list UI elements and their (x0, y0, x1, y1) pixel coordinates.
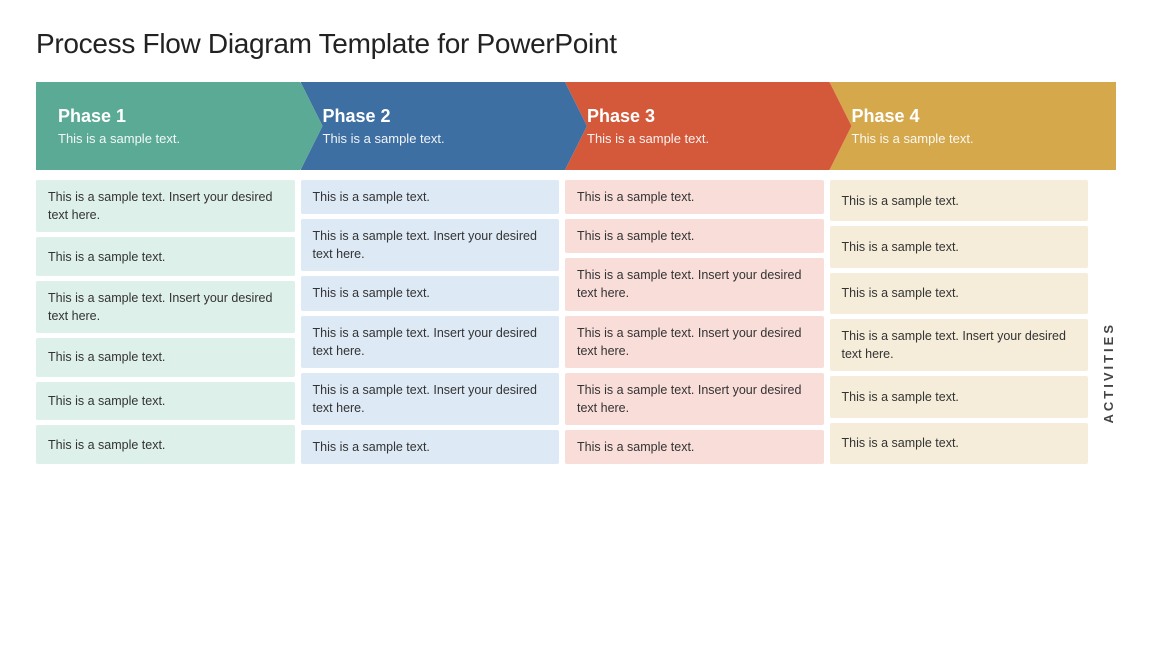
phase-1-sub: This is a sample text. (58, 131, 295, 146)
content-grid: This is a sample text. Insert your desir… (36, 180, 1088, 464)
cell-4-4: This is a sample text. Insert your desir… (830, 319, 1089, 371)
cell-3-3: This is a sample text. Insert your desir… (565, 258, 824, 310)
cell-3-1: This is a sample text. (565, 180, 824, 214)
activities-label: ACTIVITIES (1101, 322, 1116, 424)
cell-1-2: This is a sample text. (36, 237, 295, 276)
page: Process Flow Diagram Template for PowerP… (0, 0, 1152, 648)
cell-2-1: This is a sample text. (301, 180, 560, 214)
cell-4-5: This is a sample text. (830, 376, 1089, 417)
phase-2-label: Phase 2 (323, 106, 560, 127)
cell-1-4: This is a sample text. (36, 338, 295, 377)
cell-4-2: This is a sample text. (830, 226, 1089, 267)
cell-3-5: This is a sample text. Insert your desir… (565, 373, 824, 425)
cell-1-3: This is a sample text. Insert your desir… (36, 281, 295, 333)
phase-2-sub: This is a sample text. (323, 131, 560, 146)
page-title: Process Flow Diagram Template for PowerP… (36, 28, 1116, 60)
cell-1-1: This is a sample text. Insert your desir… (36, 180, 295, 232)
cell-1-5: This is a sample text. (36, 382, 295, 421)
phases-row: Phase 1 This is a sample text. Phase 2 T… (36, 82, 1116, 170)
phase-3: Phase 3 This is a sample text. (565, 82, 852, 170)
cell-2-3: This is a sample text. (301, 276, 560, 310)
phase-4: Phase 4 This is a sample text. (830, 82, 1117, 170)
cell-3-6: This is a sample text. (565, 430, 824, 464)
column-3: This is a sample text. This is a sample t… (565, 180, 824, 464)
cell-2-2: This is a sample text. Insert your desir… (301, 219, 560, 271)
phase-1: Phase 1 This is a sample text. (36, 82, 323, 170)
phase-2: Phase 2 This is a sample text. (301, 82, 588, 170)
phase-1-label: Phase 1 (58, 106, 295, 127)
cell-4-1: This is a sample text. (830, 180, 1089, 221)
cell-2-4: This is a sample text. Insert your desir… (301, 316, 560, 368)
cell-3-4: This is a sample text. Insert your desir… (565, 316, 824, 368)
column-2: This is a sample text. This is a sample t… (301, 180, 560, 464)
phase-3-label: Phase 3 (587, 106, 824, 127)
cell-2-5: This is a sample text. Insert your desir… (301, 373, 560, 425)
phase-4-label: Phase 4 (852, 106, 1089, 127)
cell-4-6: This is a sample text. (830, 423, 1089, 464)
activities-sidebar: ACTIVITIES (1088, 180, 1116, 464)
column-1: This is a sample text. Insert your desir… (36, 180, 295, 464)
cell-3-2: This is a sample text. (565, 219, 824, 253)
cell-2-6: This is a sample text. (301, 430, 560, 464)
phase-4-sub: This is a sample text. (852, 131, 1089, 146)
cell-4-3: This is a sample text. (830, 273, 1089, 314)
cell-1-6: This is a sample text. (36, 425, 295, 464)
phase-3-sub: This is a sample text. (587, 131, 824, 146)
column-4: This is a sample text. This is a sample t… (830, 180, 1089, 464)
